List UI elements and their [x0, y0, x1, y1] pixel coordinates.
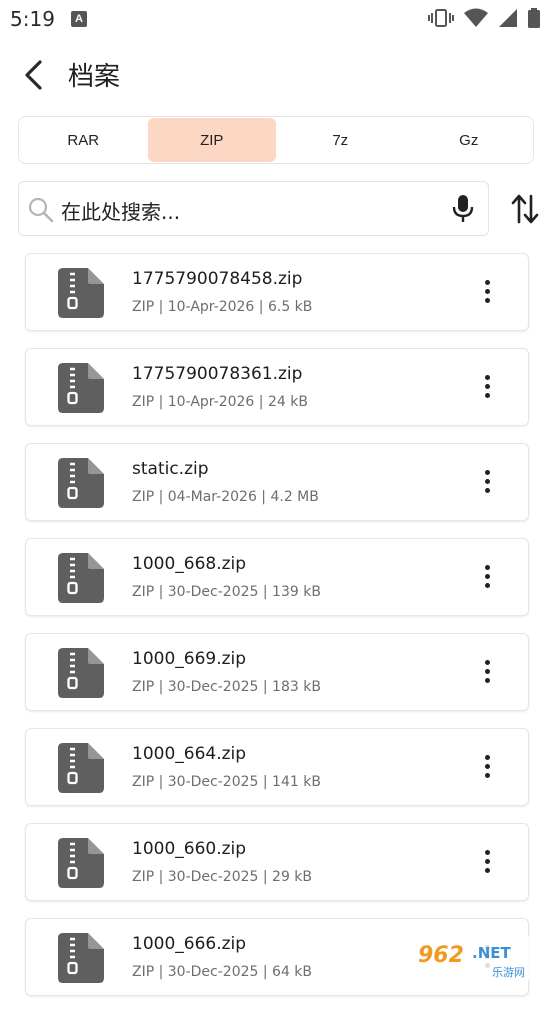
zip-file-icon: [58, 553, 104, 603]
tab-rar[interactable]: RAR: [19, 117, 148, 163]
archive-type-tabs: RAR ZIP 7z Gz: [18, 116, 534, 164]
microphone-icon[interactable]: [452, 194, 474, 224]
notification-a-icon: A: [71, 11, 87, 27]
search-bar[interactable]: 在此处搜索...: [18, 181, 489, 236]
file-meta: ZIP | 30-Dec-2025 | 183 kB: [132, 679, 321, 695]
status-bar: 5:19 A: [0, 0, 554, 38]
file-name: 1775790078361.zip: [132, 364, 303, 384]
file-meta: ZIP | 04-Mar-2026 | 4.2 MB: [132, 489, 319, 505]
tab-7z[interactable]: 7z: [276, 117, 405, 163]
svg-text:962: 962: [418, 943, 464, 968]
file-item[interactable]: 1775790078458.zip ZIP | 10-Apr-2026 | 6.5…: [25, 253, 529, 331]
zip-file-icon: [58, 363, 104, 413]
tab-zip[interactable]: ZIP: [147, 118, 276, 162]
file-item[interactable]: static.zip ZIP | 04-Mar-2026 | 4.2 MB: [25, 443, 529, 521]
zip-file-icon: [58, 458, 104, 508]
file-item[interactable]: 1000_660.zip ZIP | 30-Dec-2025 | 29 kB: [25, 823, 529, 901]
file-meta: ZIP | 10-Apr-2026 | 24 kB: [132, 394, 308, 410]
vibrate-icon: [428, 9, 454, 27]
file-item[interactable]: 1000_664.zip ZIP | 30-Dec-2025 | 141 kB: [25, 728, 529, 806]
zip-file-icon: [58, 933, 104, 983]
file-meta: ZIP | 10-Apr-2026 | 6.5 kB: [132, 299, 313, 315]
zip-file-icon: [58, 648, 104, 698]
more-options-icon[interactable]: [481, 565, 493, 593]
app-header: 档案: [0, 48, 554, 104]
wifi-icon: [464, 8, 488, 27]
file-item[interactable]: 1000_669.zip ZIP | 30-Dec-2025 | 183 kB: [25, 633, 529, 711]
file-name: 1000_664.zip: [132, 744, 247, 764]
file-name: 1000_666.zip: [132, 934, 247, 954]
file-item[interactable]: 1775790078361.zip ZIP | 10-Apr-2026 | 24 …: [25, 348, 529, 426]
more-options-icon[interactable]: [481, 660, 493, 688]
status-time: 5:19: [10, 7, 55, 31]
more-options-icon[interactable]: [481, 755, 493, 783]
more-options-icon[interactable]: [481, 280, 493, 308]
zip-file-icon: [58, 268, 104, 318]
battery-icon: [528, 8, 540, 28]
signal-icon: [499, 9, 517, 27]
watermark-logo: 962 .NET 乐游网: [414, 936, 548, 980]
svg-text:.NET: .NET: [472, 944, 511, 962]
more-options-icon[interactable]: [481, 375, 493, 403]
file-name: static.zip: [132, 459, 209, 479]
zip-file-icon: [58, 838, 104, 888]
page-title: 档案: [68, 62, 121, 92]
search-input[interactable]: 在此处搜索...: [61, 196, 180, 225]
file-name: 1000_668.zip: [132, 554, 247, 574]
svg-text:乐游网: 乐游网: [492, 966, 525, 979]
file-meta: ZIP | 30-Dec-2025 | 139 kB: [132, 584, 321, 600]
more-options-icon[interactable]: [481, 850, 493, 878]
more-options-icon[interactable]: [481, 470, 493, 498]
zip-file-icon: [58, 743, 104, 793]
file-name: 1000_660.zip: [132, 839, 247, 859]
search-icon: [28, 197, 54, 223]
file-meta: ZIP | 30-Dec-2025 | 29 kB: [132, 869, 313, 885]
file-meta: ZIP | 30-Dec-2025 | 141 kB: [132, 774, 321, 790]
file-list: 1775790078458.zip ZIP | 10-Apr-2026 | 6.5…: [25, 253, 529, 1013]
status-icons: [428, 8, 540, 28]
tab-gz[interactable]: Gz: [405, 117, 534, 163]
file-meta: ZIP | 30-Dec-2025 | 64 kB: [132, 964, 313, 980]
file-name: 1000_669.zip: [132, 649, 247, 669]
file-item[interactable]: 1000_668.zip ZIP | 30-Dec-2025 | 139 kB: [25, 538, 529, 616]
sort-icon[interactable]: [510, 192, 540, 226]
back-arrow-icon[interactable]: [18, 58, 52, 92]
file-name: 1775790078458.zip: [132, 269, 303, 289]
